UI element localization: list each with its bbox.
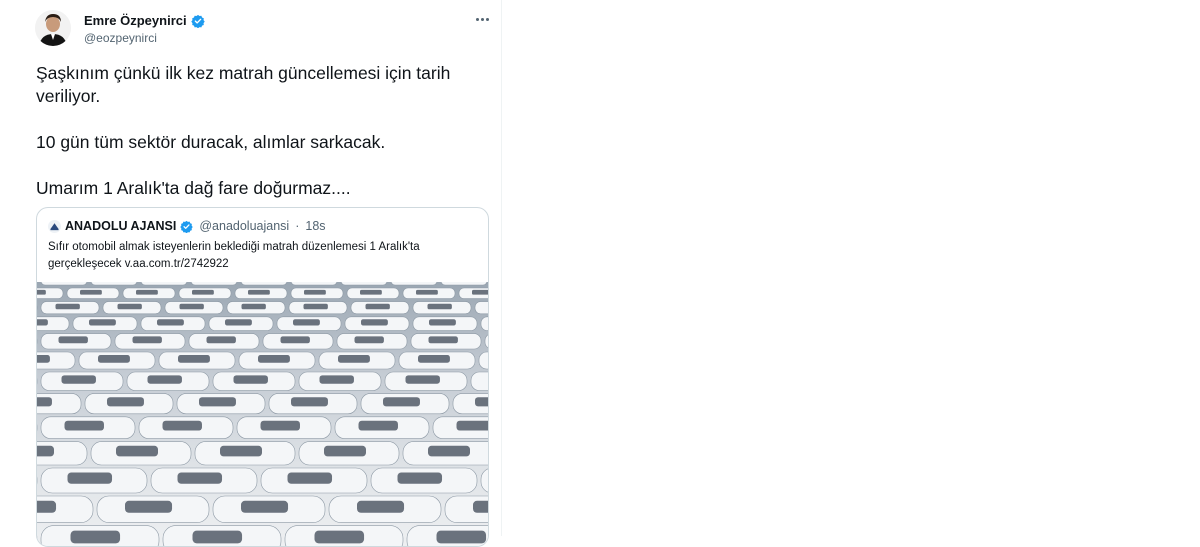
quoted-author-handle[interactable]: @anadoluajansi xyxy=(199,219,289,233)
tweet-text: Şaşkınım çünkü ilk kez matrah güncelleme… xyxy=(36,62,486,200)
verified-badge-icon xyxy=(180,220,194,233)
parked-cars-photo xyxy=(37,282,488,546)
more-dots-icon[interactable] xyxy=(472,9,492,29)
quoted-tweet-image[interactable] xyxy=(37,282,488,546)
verified-badge-icon xyxy=(190,14,205,28)
author-name-row: Emre Özpeynirci xyxy=(84,13,205,28)
avatar-image xyxy=(35,10,71,46)
meta-separator: · xyxy=(295,219,300,233)
author-handle[interactable]: @eozpeynirci xyxy=(84,31,157,45)
tweet-paragraph: Şaşkınım çünkü ilk kez matrah güncelleme… xyxy=(36,63,451,106)
anadolu-logo-icon xyxy=(48,219,61,233)
quoted-author-name[interactable]: ANADOLU AJANSI xyxy=(65,219,176,233)
quoted-tweet-header: ANADOLU AJANSI @anadoluajansi · 18s xyxy=(48,219,326,233)
quoted-tweet-text: Sıfır otomobil almak isteyenlerin bekled… xyxy=(48,241,420,270)
tweet-paragraph: Umarım 1 Aralık'ta dağ fare doğurmaz.... xyxy=(36,178,351,198)
tweet-paragraph: 10 gün tüm sektör duracak, alımlar sarka… xyxy=(36,132,386,152)
tweet-card: Emre Özpeynirci @eozpeynirci Şaşkınım çü… xyxy=(21,0,502,547)
quoted-tweet[interactable]: ANADOLU AJANSI @anadoluajansi · 18s Sıfı… xyxy=(36,207,489,547)
quoted-time[interactable]: 18s xyxy=(305,219,325,233)
author-name[interactable]: Emre Özpeynirci xyxy=(84,13,187,28)
author-avatar[interactable] xyxy=(35,10,71,46)
